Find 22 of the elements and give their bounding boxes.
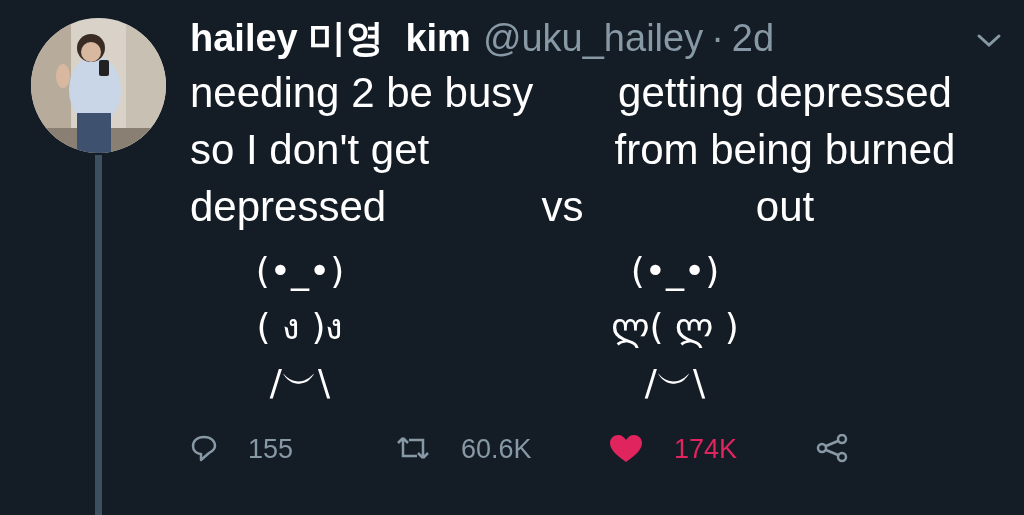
tweet-text: getting depressed bbox=[618, 68, 952, 118]
tweet-text: from being burned bbox=[614, 125, 956, 175]
text-art: (•_•) bbox=[255, 249, 345, 293]
text-art: /︶\ bbox=[644, 361, 706, 405]
text-art: /︶\ bbox=[269, 361, 331, 405]
separator-dot: · bbox=[711, 16, 724, 61]
heart-icon[interactable] bbox=[608, 434, 644, 465]
tweet-text: so I don't get bbox=[190, 125, 431, 175]
action-count: 60.6K bbox=[461, 433, 532, 466]
text-art: ( ง )ง bbox=[256, 305, 344, 349]
tweet-time[interactable]: 2d bbox=[731, 12, 775, 64]
chevron-down-icon[interactable] bbox=[976, 33, 1002, 49]
tweet-text: vs bbox=[541, 182, 584, 232]
action-count: 155 bbox=[248, 433, 294, 466]
author-handle[interactable]: @uku_hailey bbox=[482, 12, 704, 64]
text-art: (•_•) bbox=[630, 249, 720, 293]
action-count: 174K bbox=[674, 433, 738, 466]
tweet-text: needing 2 be busy bbox=[190, 68, 535, 118]
tweet-text: out bbox=[755, 182, 815, 232]
tweet-text: depressed bbox=[190, 182, 388, 232]
text-art: ლ( ლ ) bbox=[611, 305, 739, 350]
author-name[interactable]: hailey 미영 kim bbox=[190, 12, 471, 64]
